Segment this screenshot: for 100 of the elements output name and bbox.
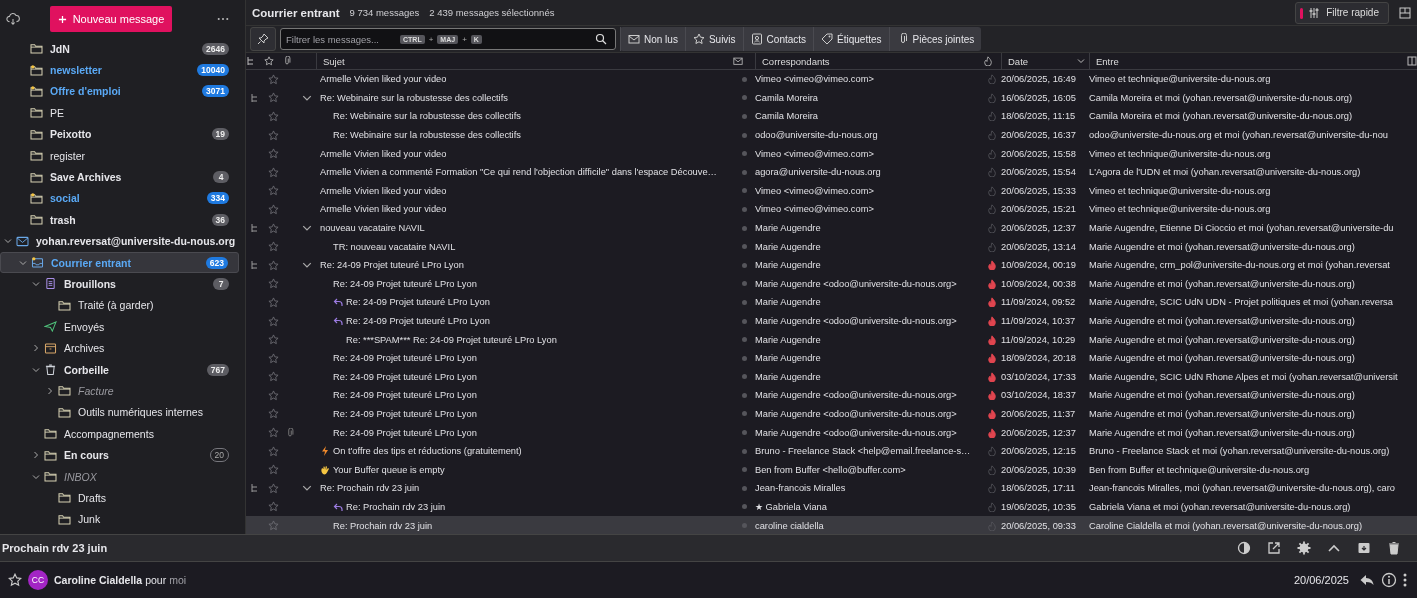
message-row[interactable]: Re: Prochain rdv 23 juin caroline cialdella 20/06/2025, 09:33 Caroline Cialdella et moi (yohan.reversat@universite-du-nous.org): [246, 516, 1417, 534]
message-row[interactable]: Re: 24-09 Projet tuteuré LPro Lyon Marie Augendre 10/09/2024, 00:19 Marie Augendre, crm_pol@universite-du-nous.org et moi (yohan.reversat: [246, 255, 1417, 275]
read-dot-icon[interactable]: [741, 374, 747, 380]
column-header[interactable]: Correspondants: [755, 53, 983, 69]
new-message-button[interactable]: Nouveau message: [50, 6, 172, 32]
pin-button[interactable]: [250, 27, 276, 51]
chevron-icon[interactable]: [32, 344, 40, 353]
message-row[interactable]: Armelle Vivien liked your video Vimeo <vimeo@vimeo.com> 20/06/2025, 15:21 Vimeo et technique@universite-du-nous.org: [246, 200, 1417, 219]
open-external-icon[interactable]: [1267, 541, 1281, 555]
flame-icon[interactable]: [987, 390, 997, 401]
read-dot-icon[interactable]: [741, 225, 747, 231]
flame-icon[interactable]: [987, 427, 997, 438]
folder-item[interactable]: Peixotto 19: [0, 123, 239, 145]
paperclip-icon[interactable]: [282, 56, 292, 66]
column-header[interactable]: Date: [1001, 53, 1089, 69]
star-icon[interactable]: [267, 129, 279, 141]
more-icon[interactable]: [1403, 572, 1407, 588]
star-icon[interactable]: [267, 148, 279, 160]
settings-icon[interactable]: [1297, 541, 1311, 555]
message-row[interactable]: TR: nouveau vacataire NAVIL Marie Augendre 20/06/2025, 13:14 Marie Augendre et moi (yohan.reversat@universite-du-nous.org): [246, 237, 1417, 256]
star-icon[interactable]: [267, 427, 279, 439]
read-dot-icon[interactable]: [741, 299, 747, 305]
read-dot-icon[interactable]: [741, 262, 747, 268]
folder-item[interactable]: En cours 20: [0, 444, 239, 466]
message-row[interactable]: Re: 24-09 Projet tuteuré LPro Lyon Marie Augendre <odoo@universite-du-nous.org> 20/06/2025, 11:37 Marie Augendre et moi (yohan.reversat@universite-du-nous.org): [246, 404, 1417, 424]
read-dot-icon[interactable]: [741, 485, 747, 491]
flame-icon[interactable]: [987, 316, 997, 326]
read-dot-icon[interactable]: [741, 411, 747, 417]
read-dot-icon[interactable]: [741, 206, 747, 212]
more-icon[interactable]: [217, 17, 229, 21]
reply-icon[interactable]: [1359, 572, 1375, 588]
star-icon[interactable]: [267, 334, 279, 346]
star-icon[interactable]: [267, 166, 279, 178]
flame-icon[interactable]: [987, 297, 997, 308]
message-row[interactable]: Re: 24-09 Projet tuteuré LPro Lyon Marie Augendre <odoo@universite-du-nous.org> 10/09/2024, 00:38 Marie Augendre et moi (yohan.reversat@universite-du-nous.org): [246, 274, 1417, 294]
star-icon[interactable]: [267, 464, 279, 476]
folder-item[interactable]: Save Archives 4: [0, 166, 239, 188]
message-row[interactable]: Re: Prochain rdv 23 juin ★ Gabriela Viana 19/06/2025, 10:35 Gabriela Viana et moi (yohan.reversat@universite-du-nous.org): [246, 497, 1417, 517]
message-row[interactable]: Re: Webinaire sur la robustesse des collectifs odoo@universite-du-nous.org 20/06/2025, 16:37 odoo@universite-du-nous.org et moi (yohan.reversat@universite-du-nou: [246, 125, 1417, 145]
read-dot-icon[interactable]: [741, 95, 747, 101]
folder-item[interactable]: Courrier entrant 623: [0, 251, 239, 274]
chevron-icon[interactable]: [4, 237, 12, 246]
folder-item[interactable]: social 334: [0, 187, 239, 210]
filter-toggle[interactable]: Non lus: [620, 27, 685, 51]
message-row[interactable]: Re: Webinaire sur la robustesse des collectifs Camila Moreira 18/06/2025, 11:15 Camila Moreira et moi (yohan.reversat@universite-du-nous.org): [246, 107, 1417, 126]
message-row[interactable]: Re: Prochain rdv 23 juin Jean-francois Miralles 18/06/2025, 17:11 Jean-francois Miralles, moi (yohan.reversat@universite-du-nous.org), caro: [246, 479, 1417, 498]
read-dot-icon[interactable]: [741, 76, 747, 82]
read-dot-icon[interactable]: [741, 448, 747, 454]
layout-icon[interactable]: [1399, 6, 1411, 19]
read-dot-icon[interactable]: [741, 151, 747, 157]
info-icon[interactable]: [1381, 572, 1397, 588]
folder-item[interactable]: JdN 2646: [0, 38, 239, 60]
star-icon[interactable]: [267, 185, 279, 197]
read-dot-icon[interactable]: [741, 467, 747, 473]
read-dot-icon[interactable]: [741, 392, 747, 398]
read-dot-icon[interactable]: [741, 318, 747, 324]
star-icon[interactable]: [267, 408, 279, 420]
filter-toggle[interactable]: Étiquettes: [813, 27, 889, 51]
star-icon[interactable]: [267, 222, 279, 234]
search-icon[interactable]: [595, 33, 607, 45]
message-row[interactable]: Your Buffer queue is empty Ben from Buffer <hello@buffer.com> 20/06/2025, 10:39 Ben from Buffer et technique@universite-du-nous.org: [246, 460, 1417, 480]
message-row[interactable]: Re: ***SPAM*** Re: 24-09 Projet tuteuré LPro Lyon Marie Augendre 11/09/2024, 10:29 Marie Augendre et moi (yohan.reversat@universite-du-nous.org): [246, 330, 1417, 349]
read-dot-icon[interactable]: [741, 132, 747, 138]
message-row[interactable]: Re: 24-09 Projet tuteuré LPro Lyon Marie Augendre <odoo@universite-du-nous.org> 11/09/2024, 10:37 Marie Augendre et moi (yohan.reversat@universite-du-nous.org): [246, 311, 1417, 331]
sender-name[interactable]: Caroline Cialdella: [54, 574, 143, 586]
star-icon[interactable]: [267, 482, 279, 494]
star-icon[interactable]: [267, 296, 279, 308]
star-icon[interactable]: [267, 111, 279, 122]
star-icon[interactable]: [267, 445, 279, 457]
star-icon[interactable]: [267, 92, 279, 104]
flame-icon[interactable]: [987, 371, 997, 382]
star-icon[interactable]: [264, 56, 274, 66]
folder-item[interactable]: Traité (à garder): [0, 294, 239, 317]
read-dot-icon[interactable]: [741, 281, 747, 287]
read-dot-icon[interactable]: [741, 169, 747, 175]
read-dot-icon[interactable]: [741, 337, 747, 343]
recipient-name[interactable]: moi: [169, 574, 187, 586]
star-icon[interactable]: [267, 315, 279, 327]
star-icon[interactable]: [267, 520, 279, 532]
read-dot-icon[interactable]: [741, 355, 747, 361]
star-icon[interactable]: [267, 241, 279, 253]
column-header[interactable]: Sujet: [316, 53, 733, 69]
column-picker-icon[interactable]: [1407, 56, 1417, 66]
flame-icon[interactable]: [987, 260, 997, 271]
flame-icon[interactable]: [987, 278, 997, 289]
star-icon[interactable]: [267, 389, 279, 401]
trash-icon[interactable]: [1387, 541, 1401, 555]
folder-item[interactable]: Corbeille 767: [0, 358, 239, 381]
filter-toggle[interactable]: Contacts: [742, 27, 814, 51]
folder-item[interactable]: Accompagnements: [0, 423, 239, 445]
message-row[interactable]: Re: 24-09 Projet tuteuré LPro Lyon Marie Augendre 03/10/2024, 17:33 Marie Augendre, SCIC UdN Rhone Alpes et moi (yohan.reversat@universit: [246, 367, 1417, 387]
star-icon[interactable]: [267, 278, 279, 290]
folder-item[interactable]: Archives: [0, 337, 239, 359]
flame-icon[interactable]: [987, 334, 997, 345]
read-dot-icon[interactable]: [741, 523, 747, 529]
message-row[interactable]: Armelle Vivien liked your video Vimeo <vimeo@vimeo.com> 20/06/2025, 16:49 Vimeo et technique@universite-du-nous.org: [246, 70, 1417, 89]
star-icon[interactable]: [267, 73, 279, 85]
folder-item[interactable]: PE: [0, 102, 239, 124]
message-row[interactable]: Armelle Vivien liked your video Vimeo <vimeo@vimeo.com> 20/06/2025, 15:58 Vimeo et technique@universite-du-nous.org: [246, 144, 1417, 163]
cloud-sync-icon[interactable]: [6, 12, 20, 26]
